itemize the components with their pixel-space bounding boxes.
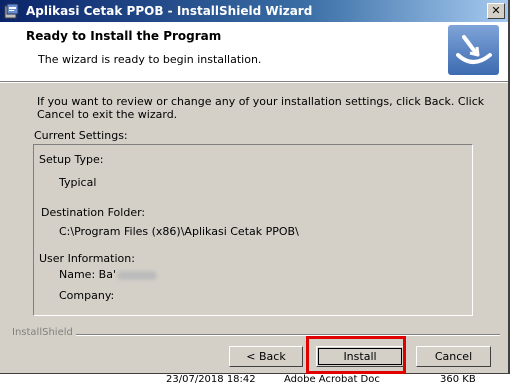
title-bar[interactable]: Aplikasi Cetak PPOB - InstallShield Wiza… [0,0,508,22]
background-file-date: 23/07/2018 18:42 [166,374,256,385]
installshield-logo-icon [448,25,499,75]
back-button[interactable]: < Back [229,346,303,367]
window-title: Aplikasi Cetak PPOB - InstallShield Wiza… [26,4,313,18]
header-divider [0,82,508,83]
intro-text: If you want to review or change any of y… [37,95,485,121]
destination-folder-label: Destination Folder: [41,206,146,219]
company-label: Company: [59,289,115,302]
background-file-app: Adobe Acrobat Doc [284,374,380,385]
page-title: Ready to Install the Program [26,29,222,43]
installshield-brand: InstallShield [12,327,76,338]
current-settings-label: Current Settings: [34,129,128,142]
wizard-header: Ready to Install the Program The wizard … [0,22,508,82]
redacted-name [116,270,157,280]
install-button[interactable]: Install [316,346,404,367]
cancel-button[interactable]: Cancel [416,346,491,367]
installer-app-icon [4,3,19,19]
page-subtitle: The wizard is ready to begin installatio… [38,53,262,66]
setup-type-label: Setup Type: [39,153,104,166]
user-name-row: Name: Ba' [59,268,157,281]
setup-type-value: Typical [59,176,97,189]
close-icon: ✕ [491,4,501,17]
background-file-size: 360 KB [440,374,476,385]
user-name-label: Name: Ba' [59,268,116,281]
installer-window: Aplikasi Cetak PPOB - InstallShield Wiza… [0,0,510,374]
close-button[interactable]: ✕ [487,3,505,19]
destination-folder-value: C:\Program Files (x86)\Aplikasi Cetak PP… [59,225,299,238]
settings-summary-box[interactable]: Setup Type: Typical Destination Folder: … [33,144,473,316]
footer-divider [14,334,500,336]
user-information-label: User Information: [39,252,135,265]
